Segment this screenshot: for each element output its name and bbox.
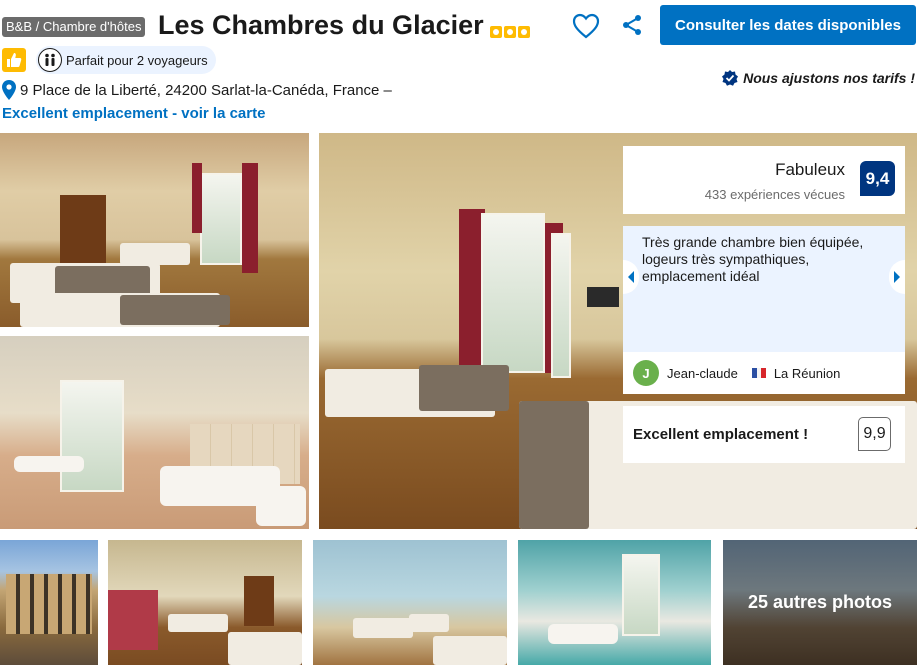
location-pin-icon [2, 80, 16, 100]
reviewer: J Jean-claude La Réunion [623, 352, 905, 394]
thumbs-up-icon [2, 48, 26, 72]
property-title: Les Chambres du Glacier [158, 10, 484, 40]
review-count: 433 expériences vécues [704, 187, 845, 202]
review-previous-button[interactable] [623, 260, 639, 294]
check-availability-button[interactable]: Consulter les dates disponibles [660, 5, 916, 45]
flag-icon [751, 368, 766, 378]
address-text: 9 Place de la Liberté, 24200 Sarlat-la-C… [20, 81, 392, 99]
review-score-card[interactable]: Fabuleux 433 expériences vécues 9,4 [623, 146, 905, 214]
location-score-label: Excellent emplacement ! [633, 426, 809, 443]
gallery-thumbnail-more[interactable]: 25 autres photos [723, 540, 917, 665]
location-score: 9,9 [858, 417, 891, 451]
reviewer-name: Jean-claude [667, 365, 738, 381]
travellers-badge: Parfait pour 2 voyageurs [36, 46, 216, 74]
review-next-button[interactable] [889, 260, 905, 294]
star-icon [490, 26, 502, 38]
heart-icon[interactable] [572, 13, 600, 39]
price-match[interactable]: Nous ajustons nos tarifs ! [721, 69, 915, 87]
star-icon [518, 26, 530, 38]
chevron-left-icon [628, 271, 634, 283]
travellers-badge-label: Parfait pour 2 voyageurs [66, 52, 208, 68]
reviewer-country: La Réunion [773, 365, 841, 381]
more-photos-overlay[interactable]: 25 autres photos [723, 540, 917, 665]
chevron-right-icon [894, 271, 900, 283]
location-score-card: Excellent emplacement ! 9,9 [623, 406, 905, 463]
address: 9 Place de la Liberté, 24200 Sarlat-la-C… [2, 80, 392, 100]
review-carousel: Très grande chambre bien équipée, logeur… [623, 226, 905, 394]
star-rating [490, 26, 530, 38]
gallery-thumbnail-bathroom[interactable] [518, 540, 711, 665]
gallery-photo-bedroom[interactable] [0, 133, 309, 327]
gallery-thumbnail-twin-room[interactable] [108, 540, 302, 665]
gallery-thumbnail-facade[interactable] [0, 540, 98, 665]
view-map-link[interactable]: Excellent emplacement - voir la carte [2, 105, 265, 122]
gallery-thumbnail-blue-room[interactable] [313, 540, 507, 665]
share-icon[interactable] [620, 13, 644, 37]
travellers-icon [38, 48, 62, 72]
review-quote: Très grande chambre bien équipée, logeur… [642, 234, 864, 284]
avatar: J [633, 360, 659, 386]
price-match-label: Nous ajustons nos tarifs ! [743, 70, 915, 86]
star-icon [504, 26, 516, 38]
review-score-badge: 9,4 [860, 161, 895, 196]
checkmark-badge-icon [722, 70, 739, 86]
review-score-word: Fabuleux [775, 160, 845, 179]
gallery-photo-bathroom[interactable] [0, 336, 309, 529]
property-type-badge: B&B / Chambre d'hôtes [2, 17, 146, 37]
